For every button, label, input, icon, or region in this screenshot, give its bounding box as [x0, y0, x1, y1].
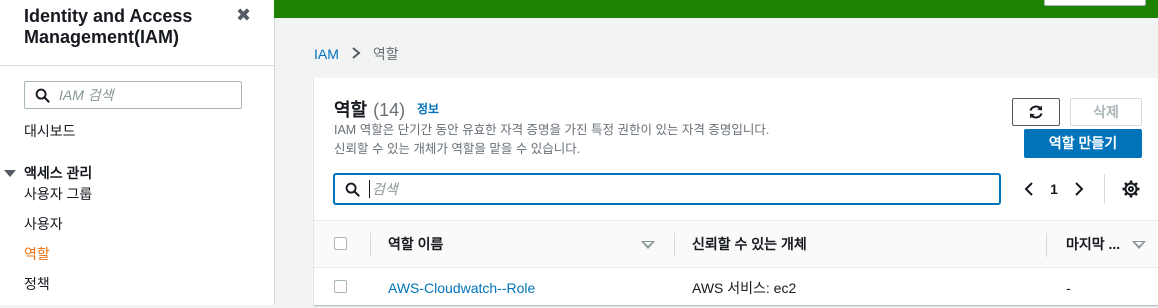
description-line-1: IAM 역할은 단기간 동안 유효한 자격 증명을 가진 특정 권한이 있는 자… — [334, 123, 770, 137]
trusted-entity-cell: AWS 서비스: ec2 — [692, 280, 797, 296]
sort-icon[interactable] — [641, 241, 655, 249]
sidebar-divider — [0, 65, 274, 66]
sidebar-search-input[interactable] — [59, 85, 234, 105]
notification-banner — [274, 0, 1158, 18]
page-title: 역할 (14) — [334, 96, 405, 122]
chevron-left-icon[interactable] — [1018, 174, 1040, 204]
sidebar-item-dashboard[interactable]: 대시보드 — [24, 121, 76, 141]
breadcrumb: IAM 역할 — [314, 44, 399, 64]
roles-search-input[interactable] — [369, 180, 992, 198]
column-divider — [1046, 233, 1047, 257]
last-activity-cell: - — [1066, 280, 1071, 296]
roles-search[interactable] — [334, 174, 1000, 204]
delete-button[interactable]: 삭제 — [1070, 98, 1142, 126]
role-name-link[interactable]: AWS-Cloudwatch--Role — [388, 268, 535, 308]
column-header-trusted-entity[interactable]: 신뢰할 수 있는 개체 — [692, 221, 807, 267]
row-checkbox[interactable] — [334, 280, 347, 293]
sidebar-item-user-groups[interactable]: 사용자 그룹 — [24, 184, 92, 204]
refresh-button[interactable] — [1012, 98, 1060, 126]
create-role-button[interactable]: 역할 만들기 — [1024, 129, 1142, 158]
sidebar-item-roles[interactable]: 역할 — [24, 244, 50, 264]
select-all-checkbox[interactable] — [334, 237, 347, 250]
refresh-icon — [1029, 105, 1043, 119]
sidebar-item-users[interactable]: 사용자 — [24, 214, 63, 234]
column-header-role-name[interactable]: 역할 이름 — [388, 221, 443, 267]
description-line-2: 신뢰할 수 있는 개체가 역할을 맡을 수 있습니다. — [334, 142, 581, 156]
chevron-right-icon — [351, 46, 361, 62]
banner-button[interactable] — [1044, 0, 1146, 6]
caret-down-icon — [4, 169, 16, 177]
page-number[interactable]: 1 — [1040, 181, 1068, 197]
pagination-divider — [1104, 174, 1105, 204]
table-header: 역할 이름 신뢰할 수 있는 개체 마지막 ... — [314, 220, 1158, 268]
sidebar-item-policies[interactable]: 정책 — [24, 274, 50, 294]
close-icon[interactable]: ✖ — [236, 5, 251, 26]
roles-panel: 역할 (14) 정보 IAM 역할은 단기간 동안 유효한 자격 증명을 가진 특… — [314, 78, 1158, 305]
sidebar-search[interactable] — [24, 81, 242, 109]
table-row: AWS-Cloudwatch--Role AWS 서비스: ec2 - — [314, 268, 1158, 305]
breadcrumb-iam[interactable]: IAM — [314, 46, 339, 62]
page-description: IAM 역할은 단기간 동안 유효한 자격 증명을 가진 특정 권한이 있는 자… — [334, 121, 894, 159]
info-link[interactable]: 정보 — [417, 100, 439, 117]
sidebar: Identity and Access Management(IAM) ✖ 대시… — [0, 0, 275, 305]
roles-count: (14) — [373, 100, 406, 120]
search-icon — [345, 182, 360, 197]
breadcrumb-current: 역할 — [372, 46, 399, 62]
page-title-text: 역할 — [334, 100, 368, 120]
chevron-right-icon[interactable] — [1068, 174, 1090, 204]
sort-icon[interactable] — [1132, 241, 1146, 249]
column-divider — [370, 233, 371, 257]
pagination: 1 — [1018, 174, 1090, 204]
sidebar-section-label: 액세스 관리 — [24, 165, 93, 181]
sidebar-section-access[interactable]: 액세스 관리 — [4, 163, 92, 183]
column-divider — [674, 233, 675, 257]
sidebar-title: Identity and Access Management(IAM) — [24, 6, 193, 47]
search-icon — [35, 88, 50, 103]
gear-icon[interactable] — [1120, 178, 1142, 200]
column-header-last-activity[interactable]: 마지막 ... — [1066, 221, 1120, 267]
